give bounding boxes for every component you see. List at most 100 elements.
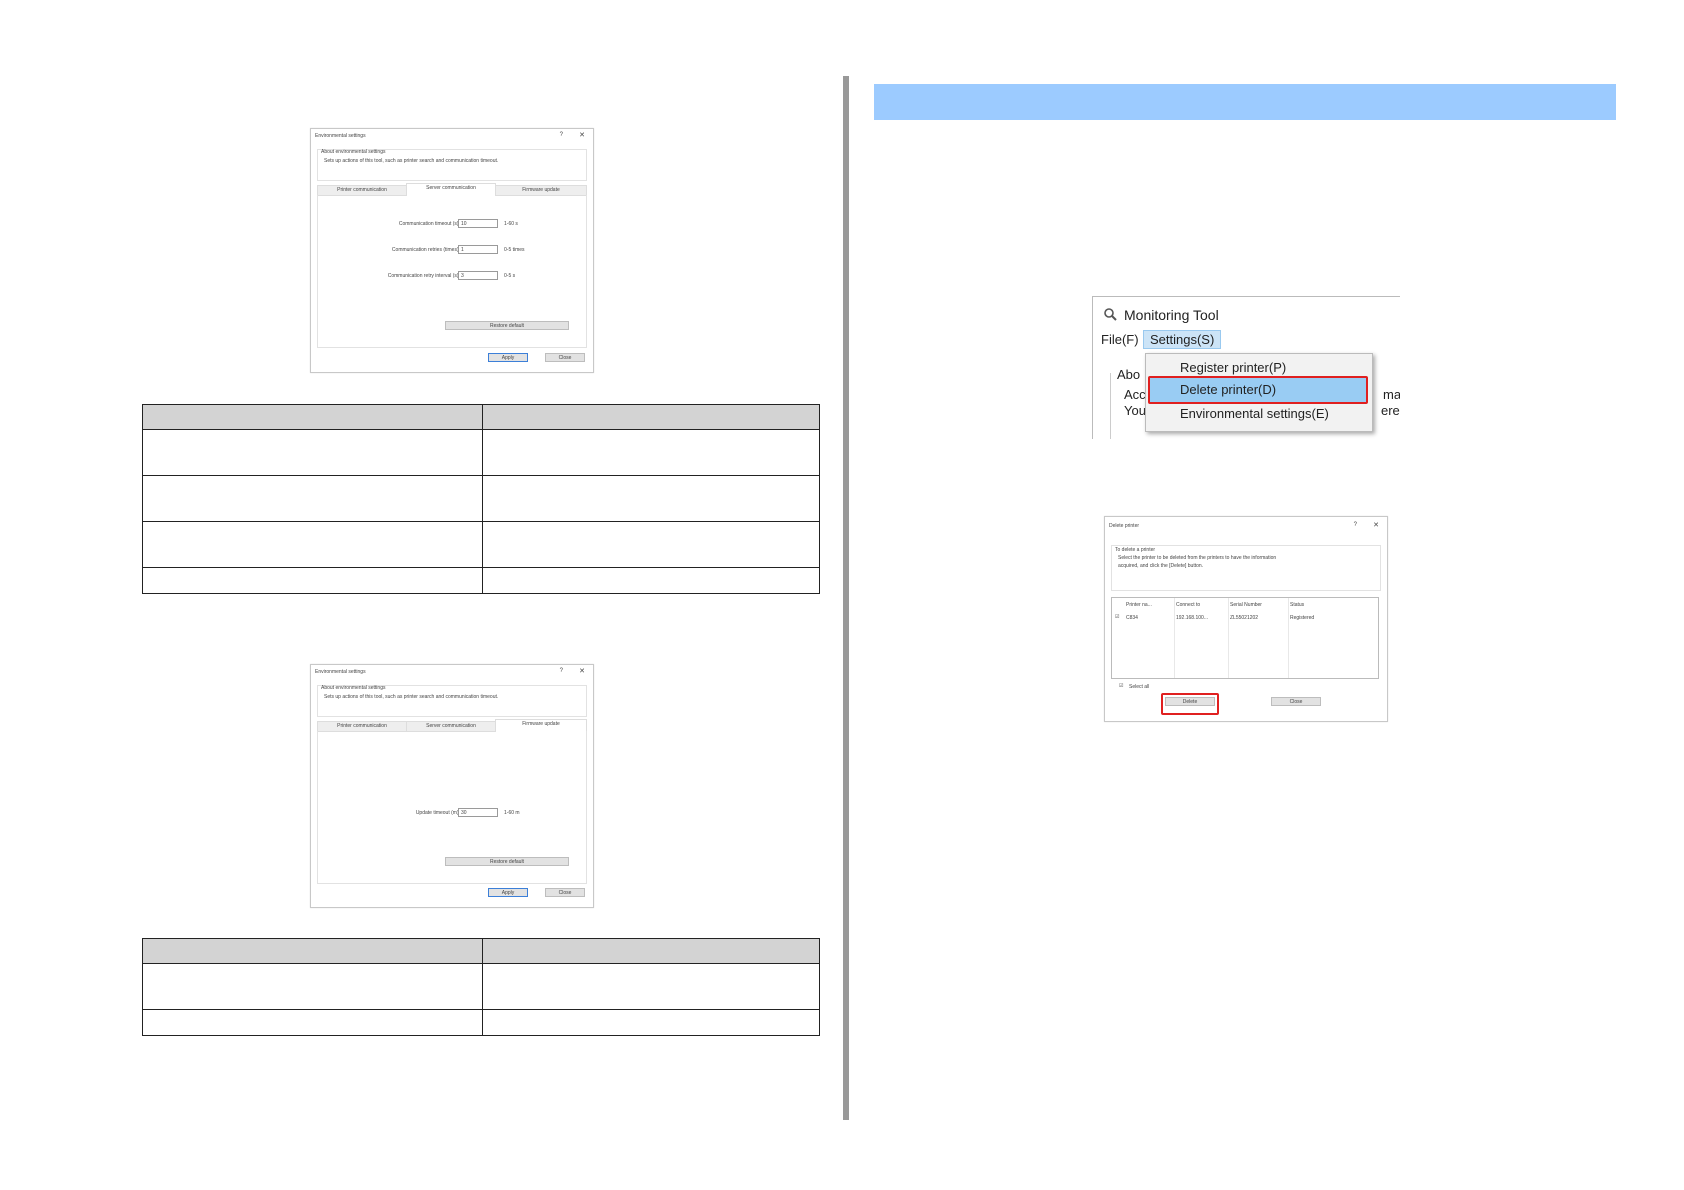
communication-timeout-input[interactable]: 10 [458,219,498,228]
close-icon[interactable]: ✕ [1373,521,1379,529]
serial-number-cell: ZL55021202 [1230,615,1259,621]
column-header-printer-name[interactable]: Printer na... [1126,602,1152,608]
apply-button[interactable]: Apply [488,888,528,897]
table-header-cell [142,404,483,430]
table-header-cell [142,938,483,964]
tab-panel: Update timeout (m): 30 1-60 m Restore de… [317,731,587,884]
settings-dropdown-menu: Register printer(P) Delete printer(D) En… [1145,353,1373,432]
table-cell [142,429,483,476]
table-row [142,521,820,568]
dialog-title: Environmental settings [315,133,366,139]
menu-file[interactable]: File(F) [1101,332,1139,347]
column-header-serial-number[interactable]: Serial Number [1230,602,1262,608]
menu-item-delete-printer[interactable]: Delete printer(D) [1180,382,1276,397]
tab-server-communication[interactable]: Server communication [406,183,496,195]
communication-retry-interval-range: 0-5 s [504,273,516,279]
about-box: About environmental settings Sets up act… [317,685,587,717]
background-text: You [1124,403,1146,418]
background-text: ma [1383,387,1400,402]
background-text: Abo [1117,367,1141,382]
help-icon[interactable]: ? [560,132,563,138]
list-column [1174,598,1229,678]
communication-retry-interval-input[interactable]: 3 [458,271,498,280]
close-button[interactable]: Close [545,353,585,362]
magnifier-icon [1103,307,1118,325]
table-row [142,1009,820,1036]
window-title: Monitoring Tool [1124,307,1219,323]
communication-retry-interval-label: Communication retry interval (s): [387,273,460,279]
about-box: To delete a printer Select the printer t… [1111,545,1381,591]
table-header-cell [482,404,820,430]
tab-panel: Communication timeout (s): 10 1-60 s Com… [317,195,587,348]
menu-settings[interactable]: Settings(S) [1143,330,1222,349]
about-heading: To delete a printer [1115,547,1156,553]
table-cell [482,1009,820,1036]
close-icon[interactable]: ✕ [579,131,585,139]
close-button[interactable]: Close [545,888,585,897]
communication-timeout-range: 1-60 s [504,221,518,227]
connect-to-cell: 192.168.100... [1176,615,1208,621]
environmental-settings-dialog-firmware: Environmental settings ? ✕ About environ… [310,664,594,908]
restore-default-button[interactable]: Restore default [445,321,569,330]
row-checkbox[interactable]: ☑ [1115,614,1119,620]
update-timeout-label: Update timeout (m): [415,810,460,816]
status-cell: Registered [1290,615,1315,621]
delete-printer-dialog: Delete printer ? ✕ To delete a printer S… [1104,516,1388,722]
background-text: ere [1381,403,1400,418]
about-description: Sets up actions of this tool, such as pr… [324,158,499,164]
tab-strip: Printer communication Server communicati… [317,719,587,732]
update-timeout-input[interactable]: 30 [458,808,498,817]
table-cell [142,475,483,522]
about-box: About environmental settings Sets up act… [317,149,587,181]
list-column [1112,598,1175,678]
table-cell [482,429,820,476]
menu-item-environmental-settings[interactable]: Environmental settings(E) [1180,406,1329,421]
column-divider [843,76,849,1120]
table-cell [142,1009,483,1036]
close-icon[interactable]: ✕ [579,667,585,675]
table-cell [482,475,820,522]
select-all-checkbox[interactable]: ☑ [1119,683,1123,689]
tab-strip: Printer communication Server communicati… [317,183,587,196]
dialog-title: Environmental settings [315,669,366,675]
about-heading: About environmental settings [321,685,386,691]
table-row [142,963,820,1010]
table-cell [482,521,820,568]
update-timeout-range: 1-60 m [504,810,520,816]
table-row [142,475,820,522]
help-icon[interactable]: ? [1354,522,1357,528]
communication-retries-range: 0-5 times [504,247,525,253]
server-settings-table [142,404,820,594]
tab-firmware-update[interactable]: Firmware update [495,719,587,731]
communication-retries-input[interactable]: 1 [458,245,498,254]
table-header-row [142,938,820,964]
close-button[interactable]: Close [1271,697,1321,706]
about-heading: About environmental settings [321,149,386,155]
firmware-settings-table [142,938,820,1036]
column-header-status[interactable]: Status [1290,602,1304,608]
table-header-cell [482,938,820,964]
monitoring-tool-window: Monitoring Tool File(F) Settings(S) Abo … [1092,296,1400,439]
table-cell [142,521,483,568]
communication-retries-label: Communication retries (times): [391,247,460,253]
table-row [142,429,820,476]
help-icon[interactable]: ? [560,668,563,674]
delete-button[interactable]: Delete [1165,697,1215,706]
window-frame-line [1110,373,1111,439]
column-header-connect-to[interactable]: Connect to [1176,602,1200,608]
table-cell [142,567,483,594]
communication-timeout-label: Communication timeout (s): [398,221,460,227]
section-heading-bar [874,84,1616,120]
table-header-row [142,404,820,430]
table-cell [482,963,820,1010]
select-all-label: Select all [1129,684,1150,690]
about-description: acquired, and click the [Delete] button. [1118,563,1204,569]
apply-button[interactable]: Apply [488,353,528,362]
restore-default-button[interactable]: Restore default [445,857,569,866]
table-row [142,567,820,594]
table-cell [482,567,820,594]
about-description: Sets up actions of this tool, such as pr… [324,694,499,700]
menu-item-register-printer[interactable]: Register printer(P) [1180,360,1286,375]
about-description: Select the printer to be deleted from th… [1118,555,1277,561]
printer-list: Printer na... Connect to Serial Number S… [1111,597,1379,679]
